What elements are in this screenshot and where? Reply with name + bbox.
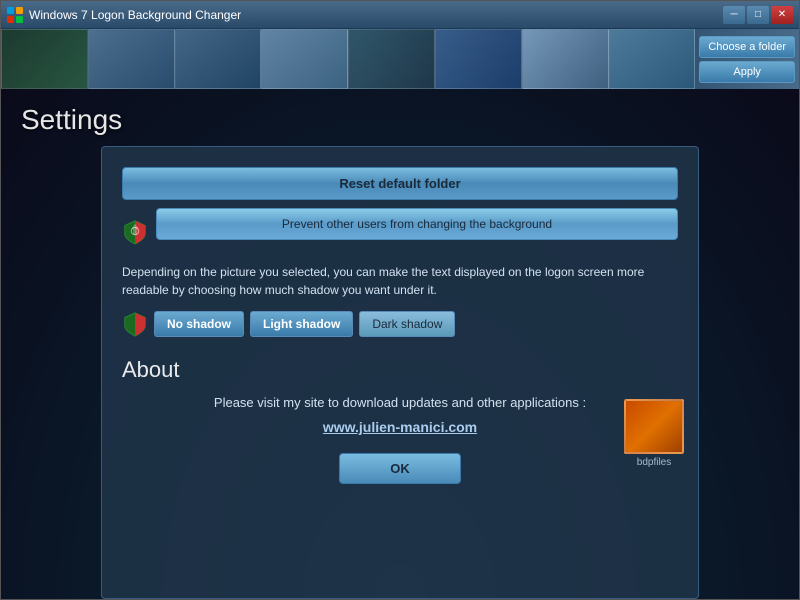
about-link[interactable]: www.julien-manici.com — [122, 419, 678, 435]
thumbnail-8[interactable] — [609, 29, 696, 89]
thumbnail-7[interactable] — [522, 29, 609, 89]
thumbnail-3[interactable] — [175, 29, 262, 89]
thumbnail-list — [1, 29, 695, 89]
close-button[interactable]: ✕ — [771, 6, 793, 24]
thumbnail-strip: Choose a folder Apply — [1, 29, 799, 89]
thumbnail-1[interactable] — [1, 29, 88, 89]
settings-title-area: Settings — [1, 89, 799, 146]
preview-label: bdpfiles — [619, 457, 689, 468]
shadow-shield-icon — [122, 311, 148, 337]
window-title: Windows 7 Logon Background Changer — [29, 8, 723, 22]
thumbnail-4[interactable] — [261, 29, 348, 89]
dark-shadow-button[interactable]: Dark shadow — [359, 311, 455, 337]
thumbnail-2[interactable] — [88, 29, 175, 89]
about-text: Please visit my site to download updates… — [122, 393, 678, 414]
maximize-button[interactable]: □ — [747, 6, 769, 24]
sidebar-buttons: Choose a folder Apply — [695, 29, 799, 89]
prevent-row: Prevent other users from changing the ba… — [122, 208, 678, 255]
window-controls: ─ □ ✕ — [723, 6, 793, 24]
main-window: Windows 7 Logon Background Changer ─ □ ✕… — [0, 0, 800, 600]
thumbnail-6[interactable] — [435, 29, 522, 89]
app-icon — [7, 7, 23, 23]
shadow-description: Depending on the picture you selected, y… — [122, 263, 678, 299]
shadow-options-row: No shadow Light shadow Dark shadow — [122, 311, 678, 337]
page-title: Settings — [21, 104, 779, 136]
thumbnail-5[interactable] — [348, 29, 435, 89]
no-shadow-button[interactable]: No shadow — [154, 311, 244, 337]
preview-thumbnail — [624, 399, 684, 454]
reset-default-folder-button[interactable]: Reset default folder — [122, 167, 678, 200]
light-shadow-button[interactable]: Light shadow — [250, 311, 353, 337]
ok-button-row: OK — [122, 453, 678, 484]
choose-folder-button[interactable]: Choose a folder — [699, 36, 795, 58]
bg-main-area: Settings Reset default folder Prevent ot… — [1, 89, 799, 599]
ok-button[interactable]: OK — [339, 453, 461, 484]
apply-button[interactable]: Apply — [699, 61, 795, 83]
prevent-button[interactable]: Prevent other users from changing the ba… — [156, 208, 678, 240]
shield-icon — [122, 219, 148, 245]
titlebar: Windows 7 Logon Background Changer ─ □ ✕ — [1, 1, 799, 29]
about-title: About — [122, 357, 678, 383]
minimize-button[interactable]: ─ — [723, 6, 745, 24]
settings-dialog: Reset default folder Prevent other users… — [101, 146, 699, 599]
main-content: Choose a folder Apply Settings Reset def… — [1, 29, 799, 599]
